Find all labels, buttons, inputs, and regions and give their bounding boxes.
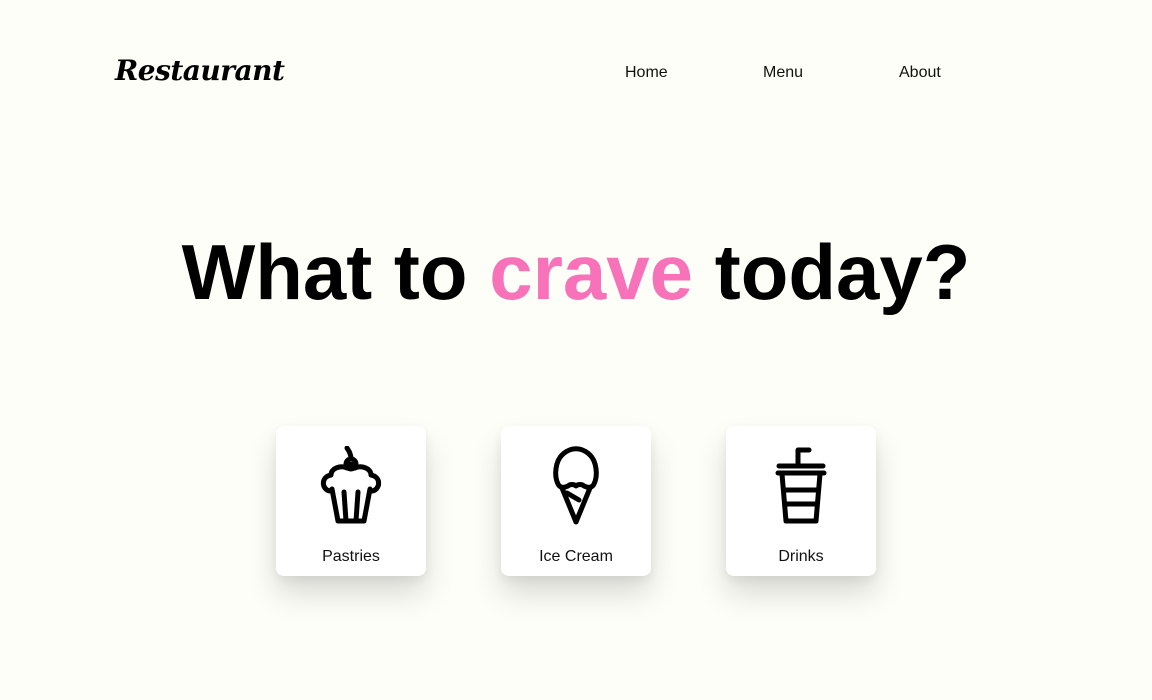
page: Restaurant Home Menu About What to crave… <box>0 0 1152 700</box>
category-card-drinks[interactable]: Drinks <box>726 426 876 576</box>
hero-heading-after: today? <box>714 228 971 316</box>
category-label: Ice Cream <box>539 548 613 565</box>
category-label: Drinks <box>778 548 824 565</box>
category-card-ice-cream[interactable]: Ice Cream <box>501 426 651 576</box>
hero-heading-accent: crave <box>489 228 694 316</box>
main-nav: Home Menu About <box>0 64 1152 88</box>
ice-cream-icon <box>553 446 599 525</box>
cupcake-icon <box>320 446 382 524</box>
hero-heading-before: What to <box>181 228 468 316</box>
nav-about-link[interactable]: About <box>899 64 941 82</box>
hero-heading: What to crave today? <box>0 226 1152 320</box>
category-card-pastries[interactable]: Pastries <box>276 426 426 576</box>
nav-home-link[interactable]: Home <box>625 64 668 82</box>
category-label: Pastries <box>322 548 380 565</box>
nav-menu-link[interactable]: Menu <box>763 64 803 82</box>
drink-cup-icon <box>775 447 827 524</box>
